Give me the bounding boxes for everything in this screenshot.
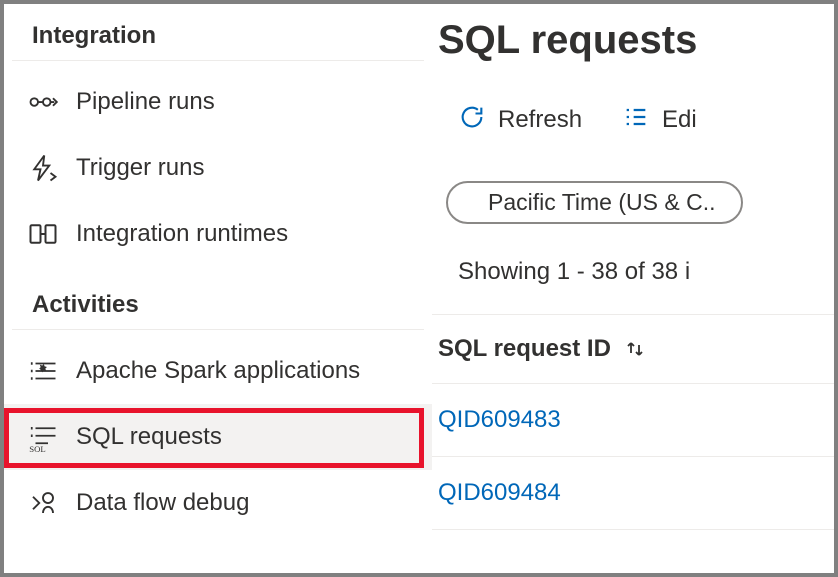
- spark-icon: [28, 356, 58, 386]
- timezone-selector[interactable]: Pacific Time (US & C..: [446, 181, 743, 224]
- dataflow-icon: [28, 488, 58, 518]
- refresh-icon: [458, 103, 486, 138]
- request-id-link[interactable]: QID609484: [438, 479, 561, 506]
- sql-icon: SQL: [28, 422, 58, 452]
- sidebar-item-label: Pipeline runs: [76, 88, 215, 116]
- sidebar-item-trigger-runs[interactable]: Trigger runs: [4, 135, 432, 201]
- toolbar: Refresh Edi: [432, 93, 834, 147]
- sidebar-item-sql-requests[interactable]: SQL SQL requests: [4, 404, 432, 470]
- main-panel: SQL requests Refresh Edi Pa: [432, 4, 834, 573]
- request-id-link[interactable]: QID609483: [438, 406, 561, 433]
- table-row[interactable]: QID609483: [432, 384, 834, 457]
- sidebar-item-label: Trigger runs: [76, 154, 204, 182]
- page-title: SQL requests: [432, 18, 834, 63]
- sort-icon: [623, 337, 647, 361]
- refresh-button[interactable]: Refresh: [458, 103, 582, 138]
- edit-columns-button[interactable]: Edi: [622, 103, 697, 138]
- table-row[interactable]: QID609484: [432, 457, 834, 530]
- refresh-label: Refresh: [498, 106, 582, 134]
- sidebar-item-pipeline-runs[interactable]: Pipeline runs: [4, 69, 432, 135]
- section-header-integration: Integration: [12, 22, 424, 61]
- list-columns-icon: [622, 103, 650, 138]
- column-header-request-id[interactable]: SQL request ID: [432, 314, 834, 384]
- lightning-icon: [28, 153, 58, 183]
- section-header-activities: Activities: [12, 291, 424, 330]
- column-header-label: SQL request ID: [438, 335, 611, 363]
- edit-label: Edi: [662, 106, 697, 134]
- sidebar-item-spark-applications[interactable]: Apache Spark applications: [4, 338, 432, 404]
- sidebar-item-integration-runtimes[interactable]: Integration runtimes: [4, 201, 432, 267]
- sidebar-item-label: Apache Spark applications: [76, 357, 360, 385]
- pipeline-icon: [28, 87, 58, 117]
- runtimes-icon: [28, 219, 58, 249]
- svg-text:SQL: SQL: [29, 444, 46, 452]
- sidebar-item-label: Data flow debug: [76, 489, 249, 517]
- result-count: Showing 1 - 38 of 38 i: [432, 224, 834, 286]
- sidebar-item-label: SQL requests: [76, 423, 222, 451]
- sidebar-item-dataflow-debug[interactable]: Data flow debug: [4, 470, 432, 536]
- timezone-label: Pacific Time (US & C..: [488, 189, 715, 216]
- sidebar: Integration Pipeline runs Trigger runs: [4, 4, 432, 573]
- sidebar-item-label: Integration runtimes: [76, 220, 288, 248]
